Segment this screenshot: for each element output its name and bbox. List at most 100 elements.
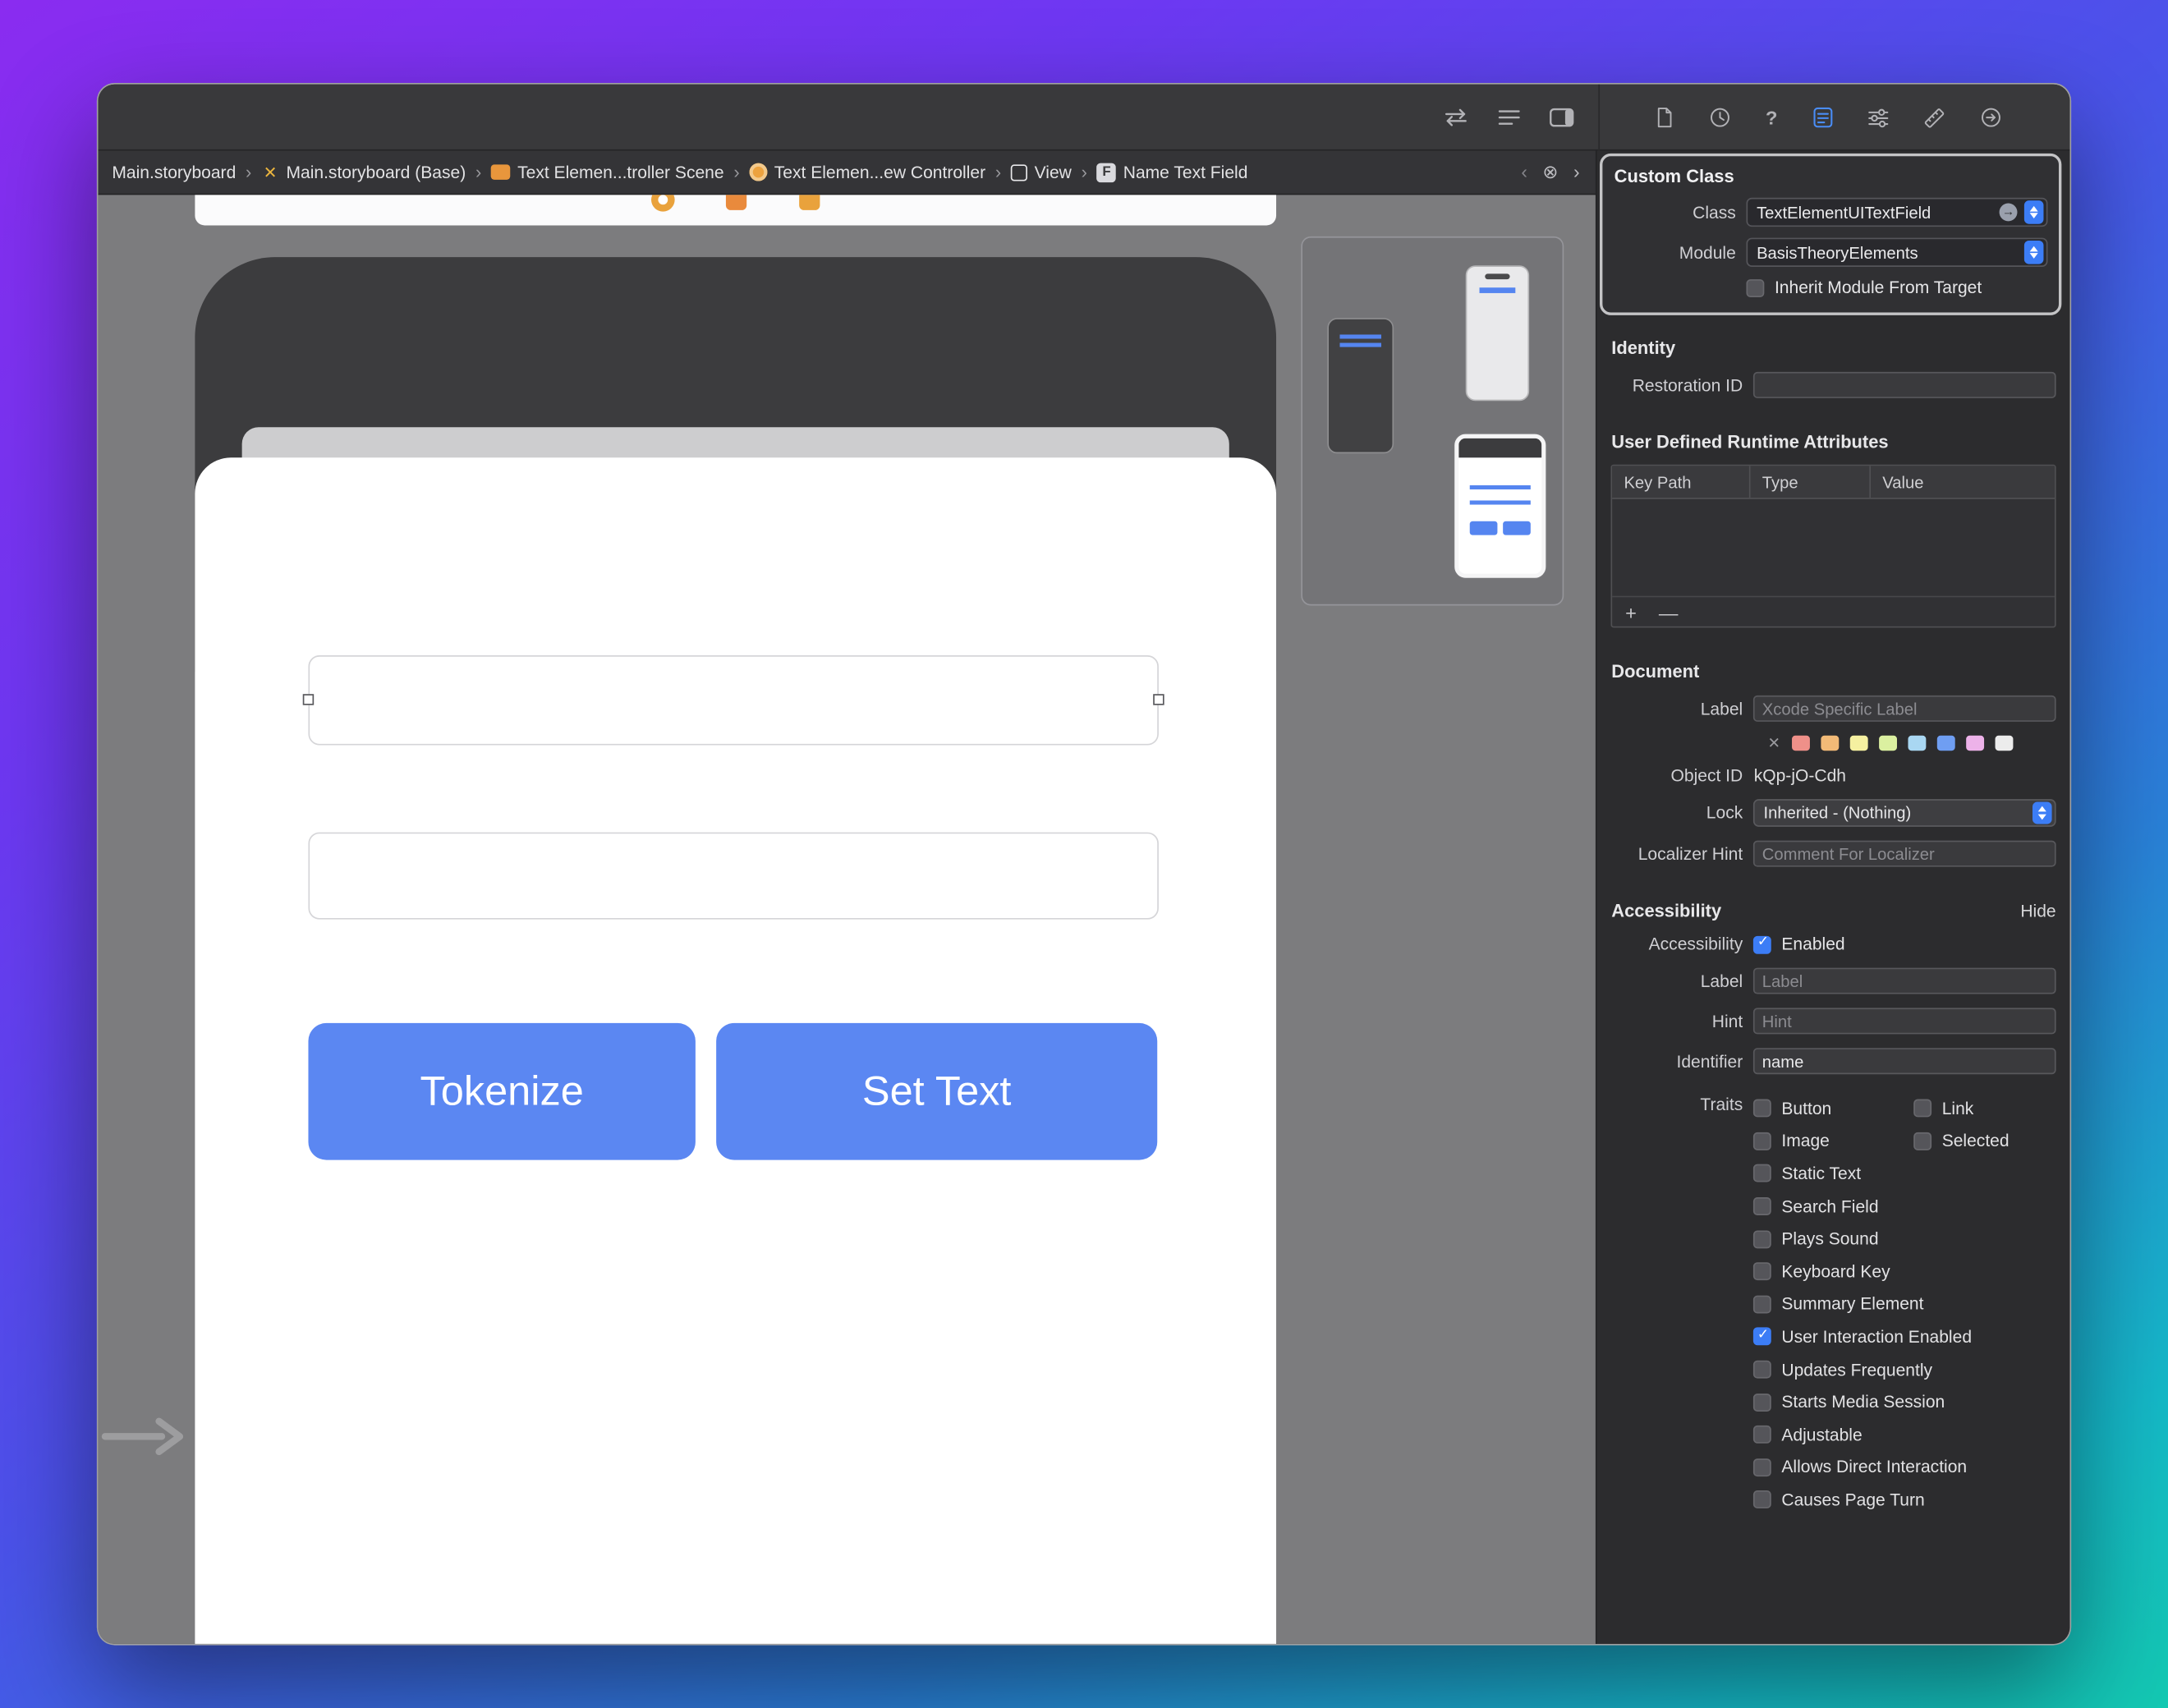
inherit-module-checkbox[interactable] xyxy=(1747,278,1765,296)
trait-checkbox[interactable] xyxy=(1754,1164,1772,1182)
view-controller-view[interactable]: Tokenize Set Text xyxy=(195,457,1276,1645)
module-value: BasisTheoryElements xyxy=(1757,242,2017,262)
identity-inspector-icon-selected[interactable] xyxy=(1812,107,1833,129)
minimap-scene-thumbnail-light[interactable] xyxy=(1466,265,1529,401)
minimap-scene-thumbnail-dark[interactable] xyxy=(1327,318,1394,453)
remove-attribute-button[interactable]: — xyxy=(1659,602,1679,622)
trait-checkbox[interactable] xyxy=(1754,1426,1772,1444)
editor-layout-icon[interactable] xyxy=(1549,108,1575,127)
trait-image: Image xyxy=(1754,1132,1914,1151)
accessibility-identifier-input[interactable] xyxy=(1754,1048,2056,1074)
trait-checkbox[interactable] xyxy=(1754,1132,1772,1150)
selection-handle-left[interactable] xyxy=(303,694,314,705)
trait-checkbox[interactable] xyxy=(1754,1393,1772,1412)
accessibility-enabled-checkbox[interactable] xyxy=(1754,935,1772,953)
breadcrumb-item[interactable]: Text Elemen...troller Scene xyxy=(491,163,723,182)
second-text-field[interactable] xyxy=(308,833,1158,920)
trait-checkbox[interactable] xyxy=(1754,1328,1772,1346)
color-swatch[interactable] xyxy=(1792,736,1810,751)
color-swatch[interactable] xyxy=(1821,736,1839,751)
breadcrumb-label: Name Text Field xyxy=(1123,163,1248,182)
storyboard-canvas[interactable]: Tokenize Set Text xyxy=(99,195,1596,1645)
color-swatch[interactable] xyxy=(1908,736,1926,751)
column-value[interactable]: Value xyxy=(1872,472,2055,492)
trait-updates-frequently: Updates Frequently xyxy=(1754,1360,1914,1380)
accessibility-enabled-label: Enabled xyxy=(1781,934,1844,954)
controller-icon xyxy=(749,163,767,181)
trait-checkbox[interactable] xyxy=(1754,1361,1772,1379)
column-type[interactable]: Type xyxy=(1751,466,1871,498)
trait-label: Updates Frequently xyxy=(1781,1360,1932,1380)
color-swatch[interactable] xyxy=(1849,736,1867,751)
forward-chevron-icon[interactable]: › xyxy=(1573,162,1580,182)
trait-checkbox[interactable] xyxy=(1754,1230,1772,1248)
trait-user-interaction-enabled: User Interaction Enabled xyxy=(1754,1327,1914,1347)
restoration-id-input[interactable] xyxy=(1754,372,2056,398)
trait-checkbox[interactable] xyxy=(1754,1491,1772,1509)
breadcrumb-item[interactable]: View xyxy=(1011,163,1072,182)
trait-keyboard-key: Keyboard Key xyxy=(1754,1262,1914,1282)
line-list-icon[interactable] xyxy=(1497,108,1521,127)
jump-to-class-icon[interactable]: → xyxy=(2000,203,2018,221)
breadcrumb-item[interactable]: Main.storyboard xyxy=(112,163,236,182)
trait-checkbox[interactable] xyxy=(1754,1458,1772,1476)
breadcrumb-label: Main.storyboard (Base) xyxy=(286,163,466,182)
trait-summary-element: Summary Element xyxy=(1754,1295,1914,1315)
trait-row: Image Selected xyxy=(1754,1125,2056,1158)
lock-dropdown[interactable]: Inherited - (Nothing) xyxy=(1754,799,2056,827)
trait-checkbox[interactable] xyxy=(1754,1295,1772,1313)
column-key-path[interactable]: Key Path xyxy=(1613,466,1751,498)
breadcrumb-label: View xyxy=(1035,163,1072,182)
tokenize-button[interactable]: Tokenize xyxy=(308,1023,695,1160)
trait-checkbox[interactable] xyxy=(1914,1132,1932,1150)
class-combo-field[interactable]: TextElementUITextField → xyxy=(1747,198,2047,227)
trait-row: Adjustable xyxy=(1754,1418,2056,1451)
back-chevron-icon[interactable]: ‹ xyxy=(1521,162,1527,182)
object-id-label: Object ID xyxy=(1597,766,1743,786)
color-swatch[interactable] xyxy=(1936,736,1954,751)
file-inspector-icon[interactable] xyxy=(1655,107,1674,129)
add-attribute-button[interactable]: + xyxy=(1625,602,1637,622)
breadcrumb: Main.storyboard › ✕Main.storyboard (Base) ›… xyxy=(99,151,1596,195)
color-swatch[interactable] xyxy=(1879,736,1897,751)
swap-editors-icon[interactable] xyxy=(1442,108,1470,127)
selection-handle-right[interactable] xyxy=(1153,694,1164,705)
name-text-field[interactable] xyxy=(308,655,1158,745)
history-inspector-icon[interactable] xyxy=(1709,107,1731,129)
custom-class-title: Custom Class xyxy=(1615,166,2048,186)
hide-button[interactable]: Hide xyxy=(2020,901,2055,921)
breadcrumb-item[interactable]: Text Elemen...ew Controller xyxy=(749,163,985,182)
trait-label: Selected xyxy=(1942,1132,2010,1151)
accessibility-hint-input[interactable] xyxy=(1754,1008,2056,1034)
minimap-scene-thumbnail-selected[interactable] xyxy=(1454,434,1546,578)
trait-label: Search Field xyxy=(1781,1196,1878,1216)
close-circle-icon[interactable]: ⊗ xyxy=(1542,161,1558,183)
exit-dock-icon[interactable] xyxy=(799,195,820,210)
trait-row: Plays Sound xyxy=(1754,1223,2056,1256)
identity-section-title: Identity xyxy=(1611,337,2055,358)
trait-checkbox[interactable] xyxy=(1754,1263,1772,1281)
document-label-input[interactable] xyxy=(1754,696,2056,722)
breadcrumb-separator: › xyxy=(995,162,1001,182)
help-inspector-icon[interactable]: ? xyxy=(1766,107,1777,129)
trait-label: User Interaction Enabled xyxy=(1781,1327,1972,1347)
trait-checkbox[interactable] xyxy=(1754,1197,1772,1215)
color-swatch[interactable] xyxy=(1995,736,2013,751)
color-swatch[interactable] xyxy=(1966,736,1984,751)
attributes-inspector-icon[interactable] xyxy=(1867,107,1888,127)
class-dropdown-stepper-icon[interactable] xyxy=(2024,200,2044,224)
breadcrumb-item[interactable]: ✕Main.storyboard (Base) xyxy=(261,163,466,182)
trait-checkbox[interactable] xyxy=(1754,1100,1772,1118)
clear-color-icon[interactable]: ✕ xyxy=(1768,734,1781,752)
accessibility-label-input[interactable] xyxy=(1754,968,2056,994)
module-combo-field[interactable]: BasisTheoryElements xyxy=(1747,238,2047,267)
trait-checkbox[interactable] xyxy=(1914,1100,1932,1118)
connections-inspector-icon[interactable] xyxy=(1979,107,2001,129)
size-inspector-icon[interactable] xyxy=(1922,107,1945,129)
trait-row: Search Field xyxy=(1754,1190,2056,1223)
first-responder-dock-icon[interactable] xyxy=(726,195,746,210)
localizer-hint-input[interactable] xyxy=(1754,841,2056,867)
module-dropdown-stepper-icon[interactable] xyxy=(2024,241,2044,264)
breadcrumb-item[interactable]: FName Text Field xyxy=(1097,163,1248,182)
set-text-button[interactable]: Set Text xyxy=(716,1023,1157,1160)
